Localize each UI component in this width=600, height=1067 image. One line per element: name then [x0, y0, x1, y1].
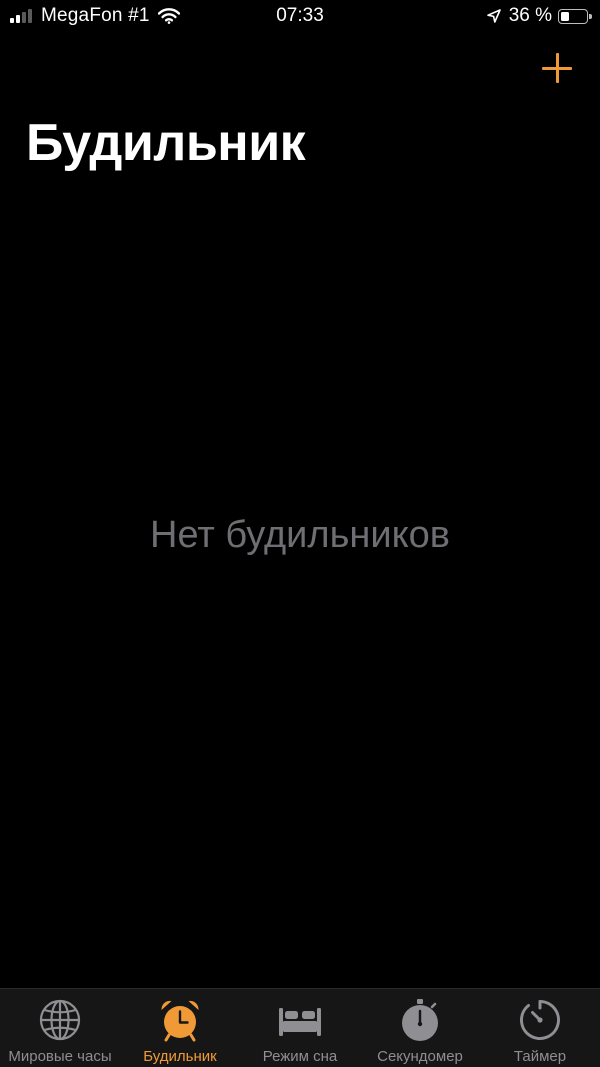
stopwatch-icon [402, 999, 438, 1041]
tab-label: Секундомер [377, 1048, 463, 1065]
location-arrow-icon [486, 9, 501, 23]
battery-icon [558, 8, 592, 24]
bed-icon [279, 1008, 321, 1036]
tab-timer[interactable]: Таймер [480, 989, 600, 1067]
tab-world-clock[interactable]: Мировые часы [0, 989, 120, 1067]
timer-icon [520, 1000, 560, 1040]
page-title: Будильник [26, 114, 306, 172]
tab-label: Будильник [143, 1048, 217, 1065]
tab-label: Режим сна [262, 1048, 338, 1065]
battery-level [561, 11, 569, 21]
tab-sleep[interactable]: Режим сна [240, 989, 360, 1067]
globe-icon [39, 999, 81, 1041]
tab-label: Таймер [513, 1048, 567, 1065]
battery-percentage: 36 % [508, 5, 552, 26]
status-bar-right: 36 % [486, 4, 592, 28]
tab-label: Мировые часы [8, 1048, 112, 1065]
add-alarm-button[interactable] [542, 52, 574, 84]
tab-stopwatch[interactable]: Секундомер [360, 989, 480, 1067]
alarm-clock-icon [161, 1000, 199, 1042]
status-bar: MegaFon #1 07:33 36 % [0, 0, 600, 34]
tab-alarm[interactable]: Будильник [120, 989, 240, 1067]
empty-state-message: Нет будильников [150, 514, 450, 556]
tab-bar: Мировые часы Будильник Режим сна Секундо… [0, 988, 600, 1067]
battery-tip [589, 13, 592, 19]
